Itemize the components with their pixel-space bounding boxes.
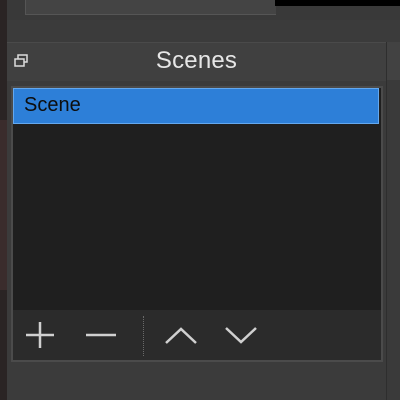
scene-item-label: Scene [24,94,81,116]
window-left-edge [0,0,7,400]
add-scene-button[interactable] [23,320,59,350]
preview-edge [275,0,400,6]
dock-splitter[interactable] [386,42,400,400]
toolbar-separator [143,316,144,356]
chevron-up-icon [165,327,197,344]
obs-window: Scenes Scene [0,0,400,400]
minus-icon [86,333,116,337]
plus-icon [26,322,54,348]
window-left-edge-tint [0,120,7,290]
scene-list-item[interactable]: Scene [13,88,379,124]
remove-scene-button[interactable] [83,320,119,350]
dock-title: Scenes [155,47,238,74]
scenes-toolbar [11,310,383,362]
move-scene-up-button[interactable] [163,320,199,350]
top-panel-block [25,0,276,15]
dock-title-bar: Scenes [7,42,386,81]
top-panel-edge [7,0,400,20]
scenes-dock: Scenes Scene [7,42,386,400]
dock-splitter-top [387,42,400,80]
chevron-down-icon [225,327,257,344]
scenes-list[interactable]: Scene [11,86,383,310]
move-scene-down-button[interactable] [223,320,259,350]
